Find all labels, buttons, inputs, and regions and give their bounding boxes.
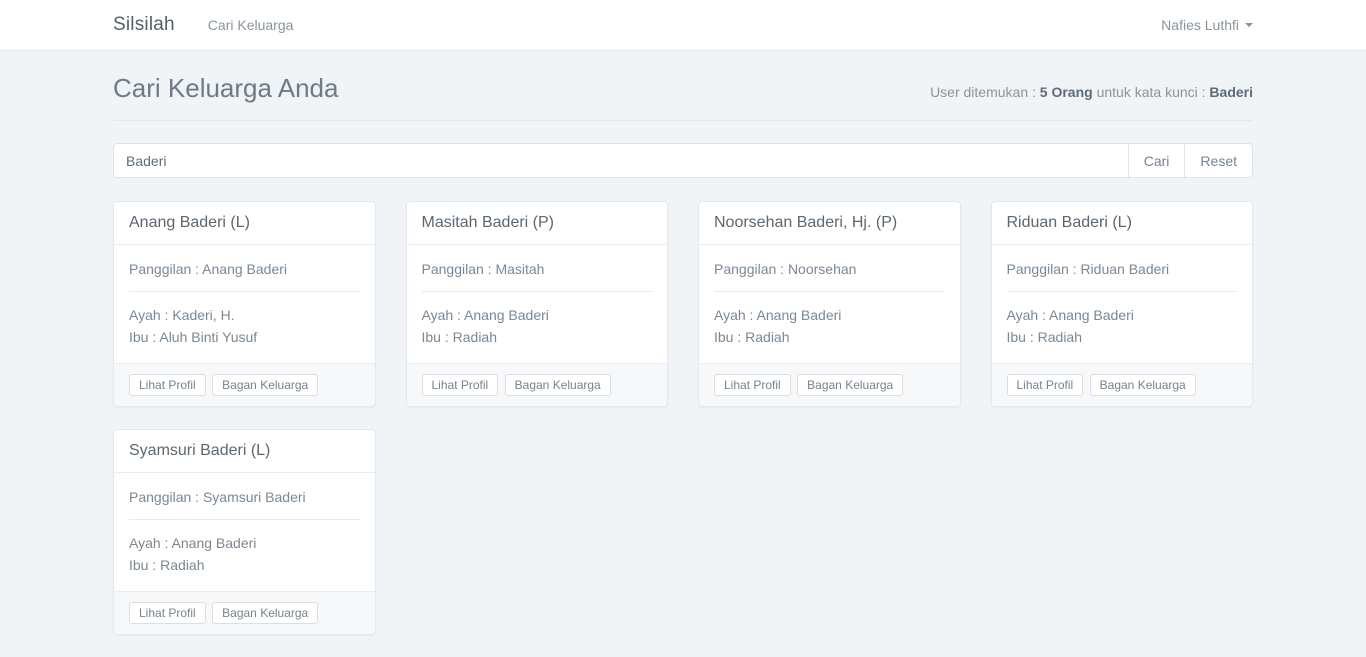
person-name: Noorsehan Baderi, Hj. (P) (714, 214, 945, 232)
person-card-column: Anang Baderi (L) Panggilan : Anang Bader… (98, 201, 391, 407)
person-father: Ayah : Anang Baderi (1007, 307, 1134, 323)
person-card-footer: Lihat Profil Bagan Keluarga (699, 363, 960, 406)
person-card-footer: Lihat Profil Bagan Keluarga (992, 363, 1253, 406)
main-content: Cari Keluarga Anda User ditemukan : 5 Or… (98, 51, 1268, 657)
person-card-body: Panggilan : Riduan Baderi Ayah : Anang B… (992, 245, 1253, 363)
person-card-column: Syamsuri Baderi (L) Panggilan : Syamsuri… (98, 429, 391, 635)
person-card-column: Riduan Baderi (L) Panggilan : Riduan Bad… (976, 201, 1269, 407)
person-name: Anang Baderi (L) (129, 214, 360, 232)
brand-link[interactable]: Silsilah (113, 14, 175, 36)
lihat-profil-button[interactable]: Lihat Profil (422, 374, 499, 396)
cari-button[interactable]: Cari (1128, 143, 1186, 178)
lihat-profil-button[interactable]: Lihat Profil (129, 374, 206, 396)
bagan-keluarga-button[interactable]: Bagan Keluarga (1090, 374, 1196, 396)
person-card: Noorsehan Baderi, Hj. (P) Panggilan : No… (698, 201, 961, 407)
person-card: Syamsuri Baderi (L) Panggilan : Syamsuri… (113, 429, 376, 635)
person-parents: Ayah : Anang Baderi Ibu : Radiah (714, 304, 945, 348)
person-nickname: Panggilan : Noorsehan (714, 260, 945, 279)
person-card-header: Riduan Baderi (L) (992, 202, 1253, 245)
divider (714, 291, 945, 292)
chevron-down-icon (1245, 23, 1253, 27)
person-card-header: Anang Baderi (L) (114, 202, 375, 245)
person-mother: Ibu : Radiah (1007, 329, 1083, 345)
person-mother: Ibu : Radiah (422, 329, 498, 345)
bagan-keluarga-button[interactable]: Bagan Keluarga (212, 602, 318, 624)
result-keyword: Baderi (1209, 84, 1253, 100)
person-card-column: Noorsehan Baderi, Hj. (P) Panggilan : No… (683, 201, 976, 407)
person-card-column: Masitah Baderi (P) Panggilan : Masitah A… (391, 201, 684, 407)
lihat-profil-button[interactable]: Lihat Profil (1007, 374, 1084, 396)
person-father: Ayah : Anang Baderi (422, 307, 549, 323)
lihat-profil-button[interactable]: Lihat Profil (129, 602, 206, 624)
person-card-header: Masitah Baderi (P) (407, 202, 668, 245)
person-card-footer: Lihat Profil Bagan Keluarga (407, 363, 668, 406)
person-card: Riduan Baderi (L) Panggilan : Riduan Bad… (991, 201, 1254, 407)
person-card-footer: Lihat Profil Bagan Keluarga (114, 363, 375, 406)
result-prefix: User ditemukan : (930, 84, 1040, 100)
search-form: Cari Reset (113, 143, 1253, 178)
person-card-header: Syamsuri Baderi (L) (114, 430, 375, 473)
person-name: Syamsuri Baderi (L) (129, 442, 360, 460)
navbar: Silsilah Cari Keluarga Nafies Luthfi (0, 0, 1366, 51)
divider (1007, 291, 1238, 292)
nav-item-cari-keluarga[interactable]: Cari Keluarga (208, 17, 294, 33)
result-count: 5 Orang (1040, 84, 1093, 100)
user-name: Nafies Luthfi (1161, 17, 1239, 33)
person-father: Ayah : Anang Baderi (129, 535, 256, 551)
page-header: Cari Keluarga Anda User ditemukan : 5 Or… (113, 51, 1253, 121)
person-father: Ayah : Anang Baderi (714, 307, 841, 323)
user-dropdown[interactable]: Nafies Luthfi (1161, 17, 1253, 33)
person-nickname: Panggilan : Riduan Baderi (1007, 260, 1238, 279)
bagan-keluarga-button[interactable]: Bagan Keluarga (797, 374, 903, 396)
divider (129, 519, 360, 520)
person-parents: Ayah : Anang Baderi Ibu : Radiah (129, 532, 360, 576)
cards-grid: Anang Baderi (L) Panggilan : Anang Bader… (98, 201, 1268, 657)
lihat-profil-button[interactable]: Lihat Profil (714, 374, 791, 396)
person-name: Riduan Baderi (L) (1007, 214, 1238, 232)
person-card-body: Panggilan : Masitah Ayah : Anang Baderi I… (407, 245, 668, 363)
person-nickname: Panggilan : Masitah (422, 260, 653, 279)
divider (129, 291, 360, 292)
person-father: Ayah : Kaderi, H. (129, 307, 235, 323)
bagan-keluarga-button[interactable]: Bagan Keluarga (505, 374, 611, 396)
person-mother: Ibu : Radiah (129, 557, 205, 573)
reset-button[interactable]: Reset (1184, 143, 1253, 178)
person-card-body: Panggilan : Syamsuri Baderi Ayah : Anang… (114, 473, 375, 591)
person-mother: Ibu : Radiah (714, 329, 790, 345)
person-name: Masitah Baderi (P) (422, 214, 653, 232)
person-nickname: Panggilan : Syamsuri Baderi (129, 488, 360, 507)
person-parents: Ayah : Kaderi, H. Ibu : Aluh Binti Yusuf (129, 304, 360, 348)
person-mother: Ibu : Aluh Binti Yusuf (129, 329, 257, 345)
person-nickname: Panggilan : Anang Baderi (129, 260, 360, 279)
person-parents: Ayah : Anang Baderi Ibu : Radiah (422, 304, 653, 348)
person-parents: Ayah : Anang Baderi Ibu : Radiah (1007, 304, 1238, 348)
person-card-footer: Lihat Profil Bagan Keluarga (114, 591, 375, 634)
person-card-header: Noorsehan Baderi, Hj. (P) (699, 202, 960, 245)
result-middle: untuk kata kunci : (1093, 84, 1210, 100)
person-card-body: Panggilan : Anang Baderi Ayah : Kaderi, … (114, 245, 375, 363)
divider (422, 291, 653, 292)
search-input[interactable] (113, 143, 1129, 178)
person-card: Anang Baderi (L) Panggilan : Anang Bader… (113, 201, 376, 407)
result-summary: User ditemukan : 5 Orang untuk kata kunc… (930, 84, 1253, 100)
page-title: Cari Keluarga Anda (113, 73, 338, 104)
person-card-body: Panggilan : Noorsehan Ayah : Anang Bader… (699, 245, 960, 363)
person-card: Masitah Baderi (P) Panggilan : Masitah A… (406, 201, 669, 407)
bagan-keluarga-button[interactable]: Bagan Keluarga (212, 374, 318, 396)
